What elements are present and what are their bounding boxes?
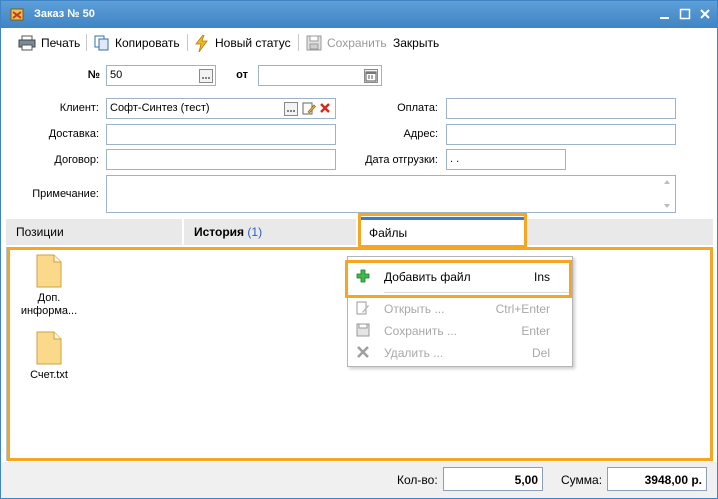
delivery-label: Доставка:	[48, 128, 99, 140]
app-icon	[10, 8, 24, 21]
save-icon	[356, 323, 370, 337]
menu-item-open[interactable]: Открыть ... Ctrl+Enter	[348, 298, 572, 320]
contract-label: Договор:	[54, 154, 99, 166]
copy-icon	[94, 35, 109, 51]
close-icon[interactable]	[698, 7, 712, 21]
menu-item-shortcut: Ins	[533, 270, 550, 284]
toolbar-separator	[86, 34, 87, 51]
client-ellipsis-button[interactable]	[284, 102, 298, 116]
tab-history-count: (1)	[247, 225, 263, 239]
tab-filler	[527, 219, 713, 245]
note-field[interactable]	[106, 175, 676, 213]
menu-item-shortcut: Del	[531, 346, 550, 360]
address-label: Адрес:	[403, 128, 438, 140]
delivery-field[interactable]	[106, 124, 336, 145]
menu-separator	[384, 292, 570, 293]
calendar-icon	[365, 71, 377, 82]
new-status-label: Новый статус	[215, 36, 291, 50]
new-status-button[interactable]: Новый статус	[194, 33, 291, 53]
open-icon	[356, 301, 369, 315]
lightning-icon	[195, 34, 208, 52]
from-label: от	[236, 69, 248, 81]
menu-item-save[interactable]: Сохранить ... Enter	[348, 320, 572, 342]
file-item[interactable]: Доп. информа...	[11, 254, 87, 318]
file-name: Счет.txt	[30, 369, 68, 381]
copy-label: Копировать	[115, 36, 180, 50]
menu-item-add-file[interactable]: Добавить файл Ins	[348, 266, 572, 288]
menu-item-label: Сохранить ...	[384, 324, 457, 338]
menu-item-label: Удалить ...	[384, 346, 444, 360]
payment-field[interactable]	[446, 98, 676, 119]
file-name: Доп. информа...	[20, 292, 78, 317]
address-field[interactable]	[446, 124, 676, 145]
print-button[interactable]: Печать	[18, 33, 80, 53]
ellipsis-icon	[287, 110, 295, 112]
tab-history[interactable]: История (1)	[184, 219, 356, 245]
tab-history-label: История	[194, 225, 245, 239]
plus-icon	[356, 269, 370, 283]
payment-label: Оплата:	[397, 102, 438, 114]
calendar-button[interactable]	[364, 69, 378, 83]
note-scrollbar[interactable]	[662, 178, 672, 210]
save-icon	[306, 35, 322, 51]
ship-date-label: Дата отгрузки:	[365, 154, 438, 166]
tab-positions-label: Позиции	[16, 225, 64, 239]
clear-icon[interactable]	[319, 102, 331, 114]
maximize-icon[interactable]	[678, 7, 692, 21]
copy-button[interactable]: Копировать	[94, 33, 180, 53]
toolbar-separator	[298, 34, 299, 51]
close-label: Закрыть	[393, 36, 440, 50]
number-ellipsis-button[interactable]	[199, 69, 213, 83]
ellipsis-icon	[202, 77, 210, 79]
delete-icon	[357, 346, 369, 358]
printer-icon	[18, 35, 36, 51]
quantity-label: Кол-во:	[397, 473, 438, 487]
menu-item-label: Добавить файл	[384, 270, 471, 284]
client-label: Клиент:	[59, 102, 99, 114]
menu-item-shortcut: Ctrl+Enter	[495, 302, 550, 316]
minimize-icon[interactable]	[658, 7, 672, 21]
menu-item-shortcut: Enter	[521, 324, 550, 338]
tab-positions[interactable]: Позиции	[6, 219, 182, 245]
save-button[interactable]: Сохранить	[306, 33, 387, 53]
contract-field[interactable]	[106, 149, 336, 170]
sum-field: 3948,00 р.	[607, 467, 707, 491]
note-label: Примечание:	[32, 188, 99, 200]
menu-item-label: Открыть ...	[384, 302, 445, 316]
toolbar: Печать Копировать Новый статус Сохранить	[1, 28, 717, 57]
document-icon	[36, 331, 62, 365]
toolbar-separator	[187, 34, 188, 51]
order-window: Заказ № 50 Печать Копировать Новый стату…	[0, 0, 718, 499]
title-bar: Заказ № 50	[1, 1, 717, 28]
close-button[interactable]: Закрыть	[393, 33, 439, 53]
number-label: №	[87, 69, 100, 81]
status-bar: Кол-во: 5,00 Сумма: 3948,00 р.	[1, 462, 717, 498]
ship-date-field[interactable]: . .	[446, 149, 566, 170]
document-icon	[36, 254, 62, 288]
edit-icon[interactable]	[302, 101, 316, 116]
sum-label: Сумма:	[561, 473, 603, 487]
tab-files[interactable]: Файлы	[359, 217, 525, 247]
window-title: Заказ № 50	[34, 8, 95, 20]
tab-files-label: Файлы	[369, 226, 408, 240]
order-form: № 50 от Клиент: Софт-Синтез (тест) Оплат…	[6, 57, 713, 215]
menu-item-delete[interactable]: Удалить ... Del	[348, 342, 572, 364]
context-menu: Добавить файл Ins Открыть ... Ctrl+Enter…	[347, 256, 573, 367]
quantity-field: 5,00	[443, 467, 543, 491]
save-label: Сохранить	[327, 36, 387, 50]
tab-bar: Позиции История (1) Файлы	[6, 217, 713, 247]
file-item[interactable]: Счет.txt	[11, 331, 87, 382]
print-label: Печать	[41, 36, 81, 50]
